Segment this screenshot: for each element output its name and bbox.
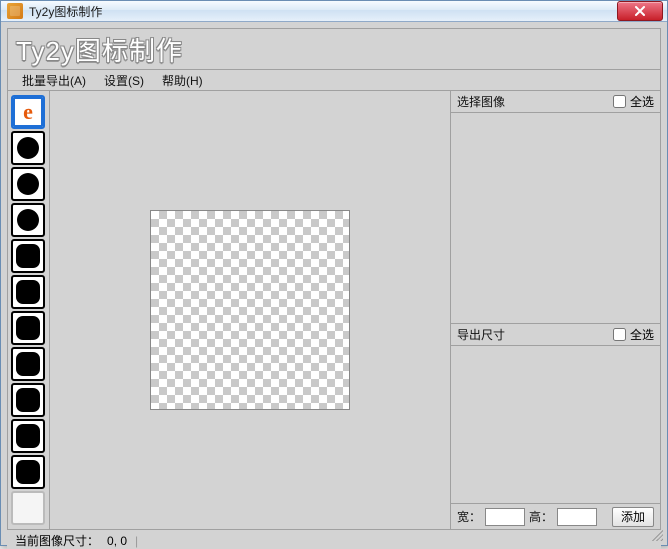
menu-batch-export[interactable]: 批量导出(A) <box>22 72 86 89</box>
e-icon: e <box>23 101 33 123</box>
rounded-square-icon <box>16 244 40 268</box>
panel-export-size: 导出尺寸 全选 宽： 高： 添加 <box>451 324 660 529</box>
tool-slot-slot-9[interactable] <box>11 419 45 453</box>
rounded-square-icon <box>16 460 40 484</box>
circle-icon <box>17 209 39 231</box>
panel-select-image-title: 选择图像 <box>457 93 505 110</box>
panel-select-image-body[interactable] <box>451 113 660 323</box>
status-separator: | <box>135 534 138 548</box>
resize-grip[interactable] <box>649 527 663 541</box>
tool-slot-slot-4[interactable] <box>11 239 45 273</box>
app-frame: Ty2y图标制作 批量导出(A) 设置(S) 帮助(H) e 选择图像 全选 <box>7 28 661 530</box>
tool-strip: e <box>8 91 50 529</box>
app-window: Ty2y图标制作 Ty2y图标制作 批量导出(A) 设置(S) 帮助(H) e <box>0 0 668 546</box>
tool-slot-slot-5[interactable] <box>11 275 45 309</box>
circle-icon <box>17 137 39 159</box>
tool-slot-e-shape[interactable]: e <box>11 95 45 129</box>
export-size-select-all-label: 全选 <box>630 326 654 343</box>
canvas-checkerboard[interactable] <box>150 210 350 410</box>
width-input[interactable] <box>485 508 525 526</box>
rounded-square-icon <box>16 280 40 304</box>
rounded-square-icon <box>16 424 40 448</box>
brand-title: Ty2y图标制作 <box>16 31 183 68</box>
tool-slot-slot-10[interactable] <box>11 455 45 489</box>
menu-help[interactable]: 帮助(H) <box>162 72 203 89</box>
panel-export-size-title: 导出尺寸 <box>457 326 505 343</box>
height-label: 高： <box>529 508 553 525</box>
rounded-square-icon <box>16 388 40 412</box>
close-button[interactable] <box>617 1 663 21</box>
window-title: Ty2y图标制作 <box>29 3 102 20</box>
panel-select-image-header: 选择图像 全选 <box>451 91 660 113</box>
tool-slot-slot-6[interactable] <box>11 311 45 345</box>
status-current-label: 当前图像尺寸： <box>15 532 99 549</box>
rounded-square-icon <box>16 316 40 340</box>
export-size-select-all-checkbox[interactable] <box>613 328 626 341</box>
status-bar: 当前图像尺寸： 0, 0 | <box>7 532 661 549</box>
tool-slot-slot-1[interactable] <box>11 131 45 165</box>
tool-slot-slot-7[interactable] <box>11 347 45 381</box>
circle-icon <box>17 173 39 195</box>
canvas-area <box>50 91 450 529</box>
export-size-select-all[interactable]: 全选 <box>613 326 654 343</box>
select-image-select-all[interactable]: 全选 <box>613 93 654 110</box>
right-panel: 选择图像 全选 导出尺寸 全选 <box>450 91 660 529</box>
menu-bar: 批量导出(A) 设置(S) 帮助(H) <box>8 69 660 91</box>
tool-slot-slot-3[interactable] <box>11 203 45 237</box>
panel-export-size-header: 导出尺寸 全选 <box>451 324 660 346</box>
rounded-square-icon <box>16 352 40 376</box>
dimension-row: 宽： 高： 添加 <box>451 503 660 529</box>
menu-settings[interactable]: 设置(S) <box>104 72 144 89</box>
height-input[interactable] <box>557 508 597 526</box>
title-bar[interactable]: Ty2y图标制作 <box>1 1 667 22</box>
close-icon <box>634 6 646 16</box>
content-area: e 选择图像 全选 导出尺寸 <box>8 91 660 529</box>
tool-slot-slot-8[interactable] <box>11 383 45 417</box>
select-image-select-all-label: 全选 <box>630 93 654 110</box>
width-label: 宽： <box>457 508 481 525</box>
tool-slot-slot-2[interactable] <box>11 167 45 201</box>
add-button[interactable]: 添加 <box>612 507 654 527</box>
status-current-value: 0, 0 <box>107 534 127 548</box>
select-image-select-all-checkbox[interactable] <box>613 95 626 108</box>
tool-slot-slot-empty[interactable] <box>11 491 45 525</box>
panel-select-image: 选择图像 全选 <box>451 91 660 324</box>
panel-export-size-body[interactable] <box>451 346 660 503</box>
app-icon <box>7 3 23 19</box>
brand-header: Ty2y图标制作 <box>8 29 660 69</box>
